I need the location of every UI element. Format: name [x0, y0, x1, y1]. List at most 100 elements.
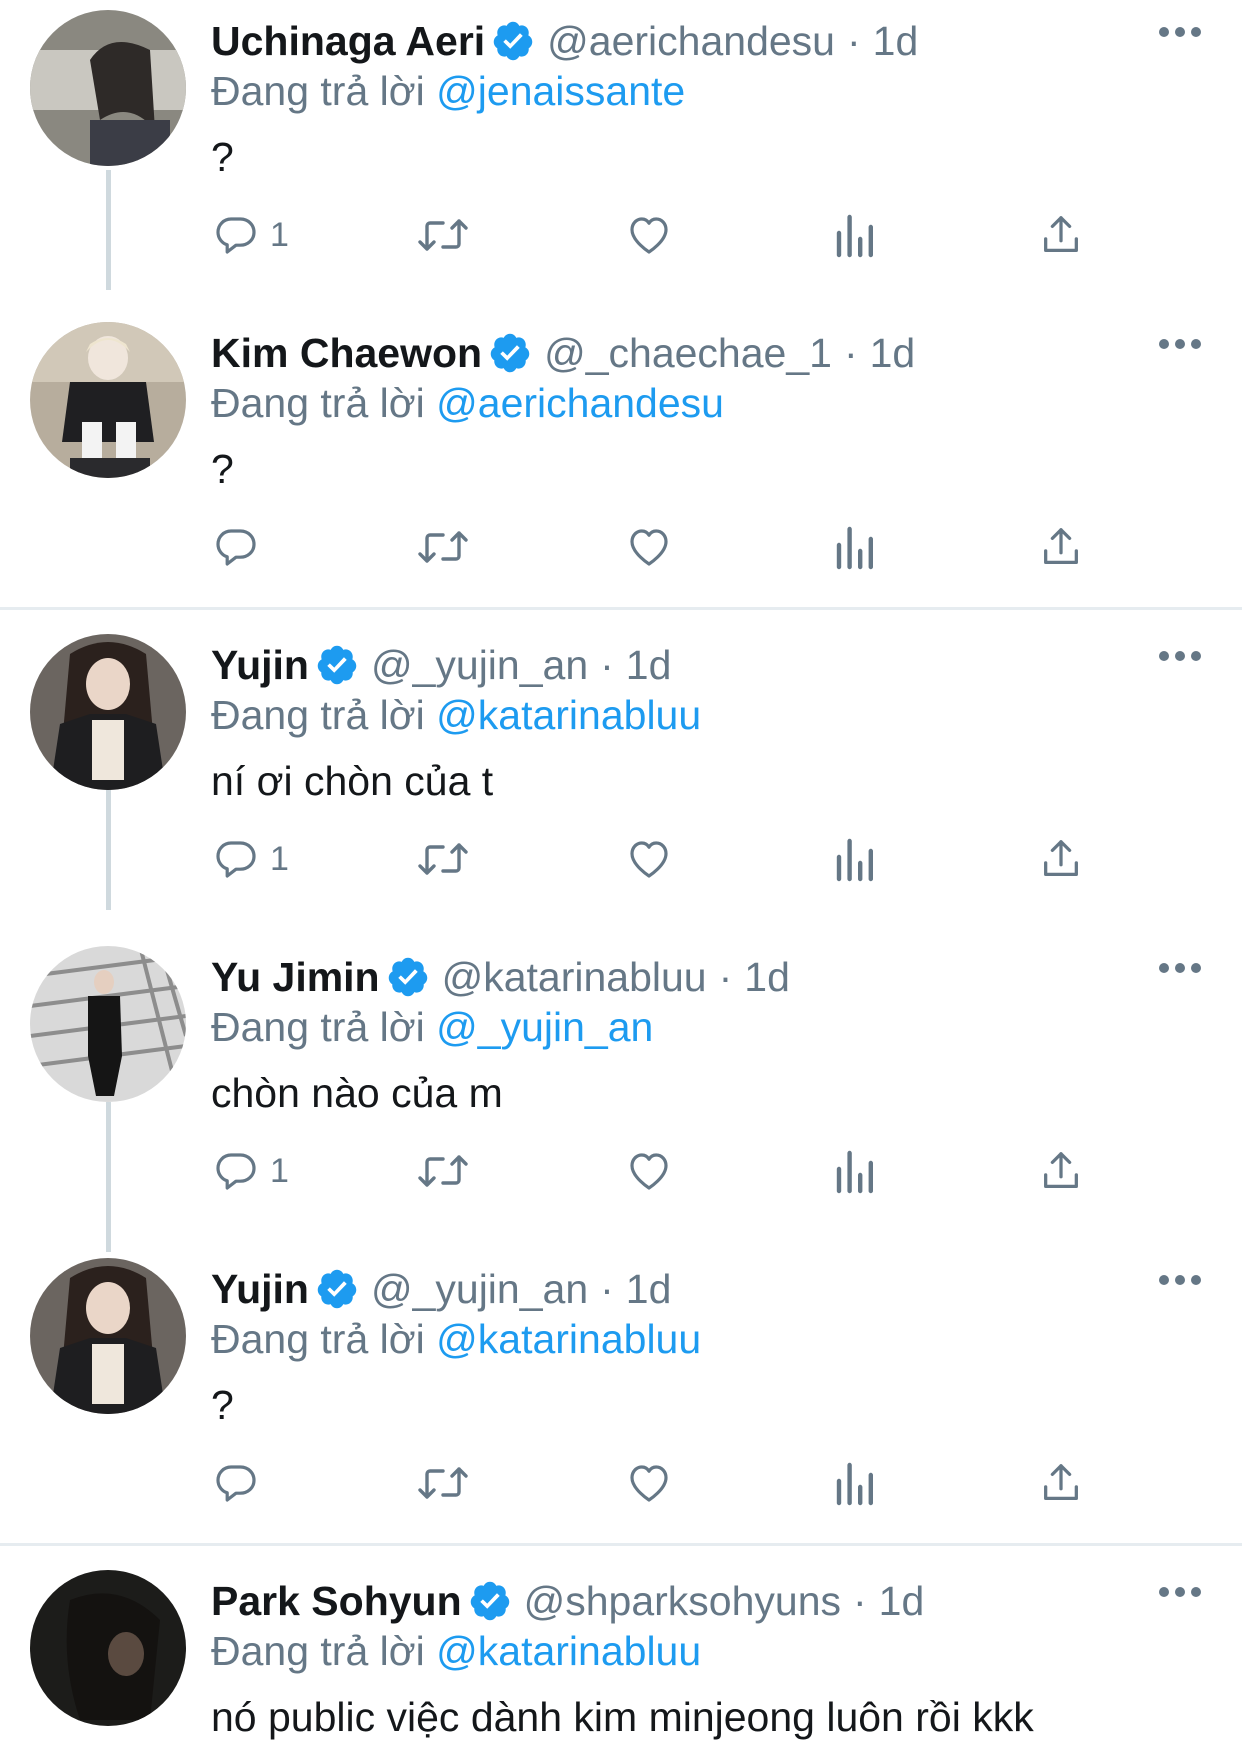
display-name[interactable]: Kim Chaewon: [211, 326, 482, 380]
heart-icon: [630, 529, 668, 566]
like-button[interactable]: [624, 517, 674, 577]
share-button[interactable]: [1038, 1141, 1084, 1201]
retweet-button[interactable]: [415, 829, 471, 889]
replying-to-mention[interactable]: @katarinabluu: [436, 692, 701, 738]
separator: ·: [853, 1578, 867, 1624]
reply-button[interactable]: 1: [212, 1141, 289, 1201]
retweet-button[interactable]: [415, 205, 471, 265]
avatar[interactable]: [30, 1570, 186, 1726]
reply-bubble-icon: [216, 1465, 256, 1502]
retweet-button[interactable]: [415, 517, 471, 577]
tweet-header: Uchinaga Aeri @aerichandesu · 1d: [211, 14, 918, 68]
reply-button[interactable]: 1: [212, 829, 289, 889]
replying-to-label: Đang trả lời: [211, 380, 425, 426]
replying-to-label: Đang trả lời: [211, 1628, 425, 1674]
analytics-button[interactable]: [833, 829, 877, 889]
handle[interactable]: @_chaechae_1: [544, 326, 832, 380]
display-name[interactable]: Park Sohyun: [211, 1574, 462, 1628]
share-button[interactable]: [1038, 205, 1084, 265]
timestamp[interactable]: 1d: [870, 326, 916, 380]
tweet-text: ní ơi chòn của t: [211, 758, 494, 804]
reply-button[interactable]: [212, 517, 270, 577]
replying-to: Đang trả lời @_yujin_an: [211, 1000, 653, 1054]
reply-button[interactable]: [212, 1453, 270, 1513]
timestamp[interactable]: 1d: [626, 638, 672, 692]
replying-to-mention[interactable]: @jenaissante: [436, 68, 685, 114]
reply-bubble-icon: [216, 841, 256, 878]
retweet-icon: [418, 1467, 468, 1499]
share-button[interactable]: [1038, 829, 1084, 889]
display-name[interactable]: Uchinaga Aeri: [211, 14, 485, 68]
tweet-actions: 1: [0, 205, 1242, 265]
handle[interactable]: @_yujin_an: [371, 638, 588, 692]
share-icon: [1044, 216, 1078, 252]
avatar[interactable]: [30, 10, 186, 166]
reply-button[interactable]: 1: [212, 205, 289, 265]
replying-to-mention[interactable]: @katarinabluu: [436, 1628, 701, 1674]
avatar[interactable]: [30, 322, 186, 478]
replying-to-mention[interactable]: @katarinabluu: [436, 1316, 701, 1362]
conversation-divider: [0, 607, 1242, 610]
verified-badge-icon: [317, 645, 357, 685]
analytics-button[interactable]: [833, 1141, 877, 1201]
retweet-button[interactable]: [415, 1453, 471, 1513]
reply-bubble-icon: [216, 217, 256, 254]
tweet-header: Yu Jimin @katarinabluu · 1d: [211, 950, 790, 1004]
handle[interactable]: @shparksohyuns: [524, 1574, 841, 1628]
handle[interactable]: @aerichandesu: [547, 14, 835, 68]
share-button[interactable]: [1038, 1453, 1084, 1513]
timestamp[interactable]: 1d: [873, 14, 919, 68]
replying-to: Đang trả lời @aerichandesu: [211, 376, 724, 430]
tweet-actions: [0, 517, 1242, 577]
like-button[interactable]: [624, 1141, 674, 1201]
timestamp[interactable]: 1d: [879, 1574, 925, 1628]
like-button[interactable]: [624, 205, 674, 265]
display-name[interactable]: Yu Jimin: [211, 950, 380, 1004]
analytics-button[interactable]: [833, 205, 877, 265]
analytics-icon: [836, 1150, 873, 1194]
retweet-icon: [418, 531, 468, 563]
handle[interactable]: @_yujin_an: [371, 1262, 588, 1316]
more-options-icon[interactable]: [1158, 1584, 1202, 1600]
replying-to-mention[interactable]: @aerichandesu: [436, 380, 724, 426]
separator: ·: [718, 954, 733, 1000]
retweet-icon: [418, 1155, 468, 1187]
display-name[interactable]: Yujin: [211, 638, 309, 692]
timestamp[interactable]: 1d: [744, 950, 790, 1004]
more-options-icon[interactable]: [1158, 960, 1202, 976]
like-button[interactable]: [624, 829, 674, 889]
timestamp[interactable]: 1d: [626, 1262, 672, 1316]
more-options-icon[interactable]: [1158, 648, 1202, 664]
tweet-header: Park Sohyun @shparksohyuns · 1d: [211, 1574, 924, 1628]
analytics-icon: [836, 214, 873, 258]
separator: ·: [843, 330, 858, 376]
more-options-icon[interactable]: [1158, 1272, 1202, 1288]
avatar[interactable]: [30, 946, 186, 1102]
avatar[interactable]: [30, 1258, 186, 1414]
more-options-icon[interactable]: [1158, 336, 1202, 352]
retweet-button[interactable]: [415, 1141, 471, 1201]
avatar[interactable]: [30, 634, 186, 790]
verified-badge-icon: [317, 1269, 357, 1309]
heart-icon: [630, 1153, 668, 1190]
replying-to-mention[interactable]: @_yujin_an: [436, 1004, 653, 1050]
separator: ·: [600, 1266, 614, 1312]
share-icon: [1044, 840, 1078, 876]
separator: ·: [600, 642, 614, 688]
analytics-icon: [836, 838, 873, 882]
like-button[interactable]: [624, 1453, 674, 1513]
reply-count: 1: [270, 215, 289, 254]
tweet-header: Yujin @_yujin_an · 1d: [211, 1262, 671, 1316]
verified-badge-icon: [493, 21, 533, 61]
reply-count: 1: [270, 1151, 289, 1190]
replying-to: Đang trả lời @katarinabluu: [211, 1624, 701, 1678]
display-name[interactable]: Yujin: [211, 1262, 309, 1316]
reply-bubble-icon: [216, 529, 256, 566]
analytics-button[interactable]: [833, 517, 877, 577]
handle[interactable]: @katarinabluu: [442, 950, 707, 1004]
replying-to-label: Đang trả lời: [211, 1316, 425, 1362]
more-options-icon[interactable]: [1158, 24, 1202, 40]
analytics-button[interactable]: [833, 1453, 877, 1513]
reply-count: 1: [270, 839, 289, 878]
share-button[interactable]: [1038, 517, 1084, 577]
